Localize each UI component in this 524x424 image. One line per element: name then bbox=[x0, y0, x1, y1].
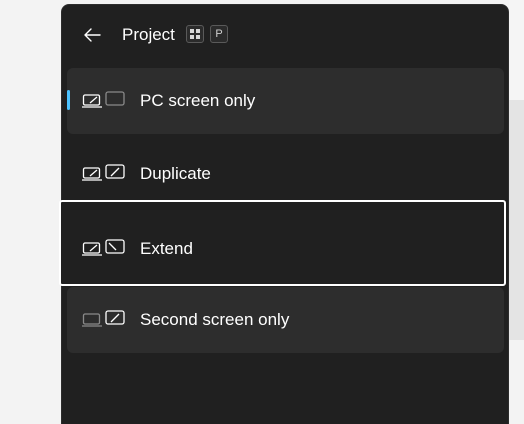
selection-indicator bbox=[67, 90, 70, 110]
option-label: PC screen only bbox=[140, 91, 256, 110]
pc-screen-only-icon bbox=[82, 91, 125, 108]
extend-icon bbox=[82, 239, 125, 256]
background-window-edge bbox=[509, 100, 524, 340]
option-label: Extend bbox=[140, 239, 193, 258]
flyout-header: Project P bbox=[62, 5, 508, 65]
p-key-badge: P bbox=[210, 25, 228, 43]
windows-logo-icon bbox=[190, 29, 200, 39]
second-screen-only-icon bbox=[82, 310, 125, 327]
option-duplicate[interactable]: Duplicate bbox=[67, 141, 504, 207]
back-button[interactable] bbox=[76, 21, 108, 49]
option-pc-screen-only[interactable]: PC screen only bbox=[67, 68, 504, 134]
flyout-title: Project bbox=[122, 25, 175, 44]
background-window bbox=[509, 0, 524, 100]
option-label: Second screen only bbox=[140, 310, 290, 329]
windows-key-badge bbox=[186, 25, 204, 43]
project-flyout: Project P PC screen only Duplicate Exten… bbox=[59, 4, 509, 424]
back-arrow-icon bbox=[84, 28, 101, 42]
option-extend[interactable]: Extend bbox=[59, 200, 506, 286]
option-second-screen-only[interactable]: Second screen only bbox=[67, 287, 504, 353]
duplicate-icon bbox=[82, 164, 125, 181]
option-label: Duplicate bbox=[140, 164, 211, 183]
